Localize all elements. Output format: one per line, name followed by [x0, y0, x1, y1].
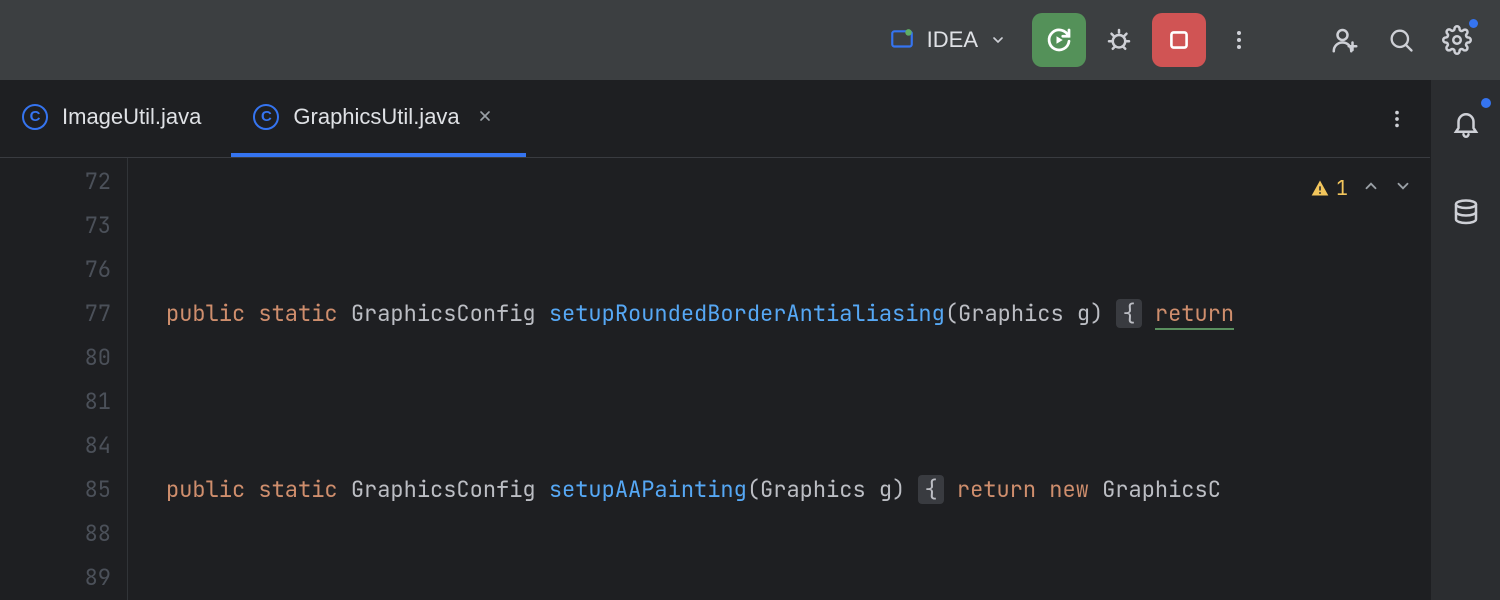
line-number: 81: [0, 380, 111, 424]
stop-icon: [1166, 27, 1192, 53]
warning-count: 1: [1310, 166, 1348, 210]
line-number: 80: [0, 336, 111, 380]
database-icon: [1451, 198, 1481, 228]
code-editor[interactable]: 1 72 73 76 77 80 81 84 85 88 89: [0, 158, 1430, 600]
run-configuration-selector[interactable]: IDEA: [879, 23, 1016, 57]
inspection-widget[interactable]: 1: [1310, 166, 1412, 210]
bell-icon: [1451, 108, 1481, 138]
bug-icon: [1104, 25, 1134, 55]
right-tool-strip: [1430, 80, 1500, 600]
line-number: 84: [0, 424, 111, 468]
search-everywhere-button[interactable]: [1378, 17, 1424, 63]
line-number: 73: [0, 204, 111, 248]
java-class-icon: C: [253, 104, 279, 130]
main-toolbar: IDEA: [0, 0, 1500, 80]
tab-graphicsutil[interactable]: C GraphicsUtil.java: [231, 80, 525, 157]
kebab-icon: [1227, 28, 1251, 52]
database-tool-button[interactable]: [1443, 190, 1489, 236]
settings-button[interactable]: [1434, 17, 1480, 63]
line-number: 89: [0, 556, 111, 600]
line-number: 88: [0, 512, 111, 556]
stop-button[interactable]: [1152, 13, 1206, 67]
editor-tab-bar: C ImageUtil.java C GraphicsUtil.java: [0, 80, 1430, 158]
chevron-up-icon: [1362, 177, 1380, 195]
warning-icon: [1310, 178, 1330, 198]
chevron-down-icon: [990, 32, 1006, 48]
line-number: 85: [0, 468, 111, 512]
run-config-label: IDEA: [927, 27, 978, 53]
tab-overflow-button[interactable]: [1372, 80, 1422, 157]
editor-gutter: 72 73 76 77 80 81 84 85 88 89: [0, 158, 128, 600]
notification-dot: [1481, 98, 1491, 108]
add-person-icon: [1330, 25, 1360, 55]
prev-highlight-button[interactable]: [1362, 166, 1380, 210]
tab-label: GraphicsUtil.java: [293, 104, 459, 130]
line-number: 72: [0, 160, 111, 204]
more-actions-button[interactable]: [1216, 17, 1262, 63]
code-with-me-button[interactable]: [1322, 17, 1368, 63]
run-config-icon: [889, 27, 915, 53]
line-number: 77: [0, 292, 111, 336]
kebab-icon: [1386, 108, 1408, 130]
search-icon: [1387, 26, 1415, 54]
close-tab-button[interactable]: [474, 104, 496, 130]
gear-icon: [1442, 25, 1472, 55]
next-highlight-button[interactable]: [1394, 166, 1412, 210]
java-class-icon: C: [22, 104, 48, 130]
close-icon: [477, 108, 493, 124]
code-content: public static GraphicsConfig setupRounde…: [128, 158, 1430, 600]
tab-imageutil[interactable]: C ImageUtil.java: [0, 80, 231, 157]
chevron-down-icon: [1394, 177, 1412, 195]
rerun-icon: [1044, 25, 1074, 55]
notifications-button[interactable]: [1443, 100, 1489, 146]
settings-update-dot: [1469, 19, 1478, 28]
tab-label: ImageUtil.java: [62, 104, 201, 130]
run-button[interactable]: [1032, 13, 1086, 67]
line-number: 76: [0, 248, 111, 292]
debug-button[interactable]: [1096, 17, 1142, 63]
